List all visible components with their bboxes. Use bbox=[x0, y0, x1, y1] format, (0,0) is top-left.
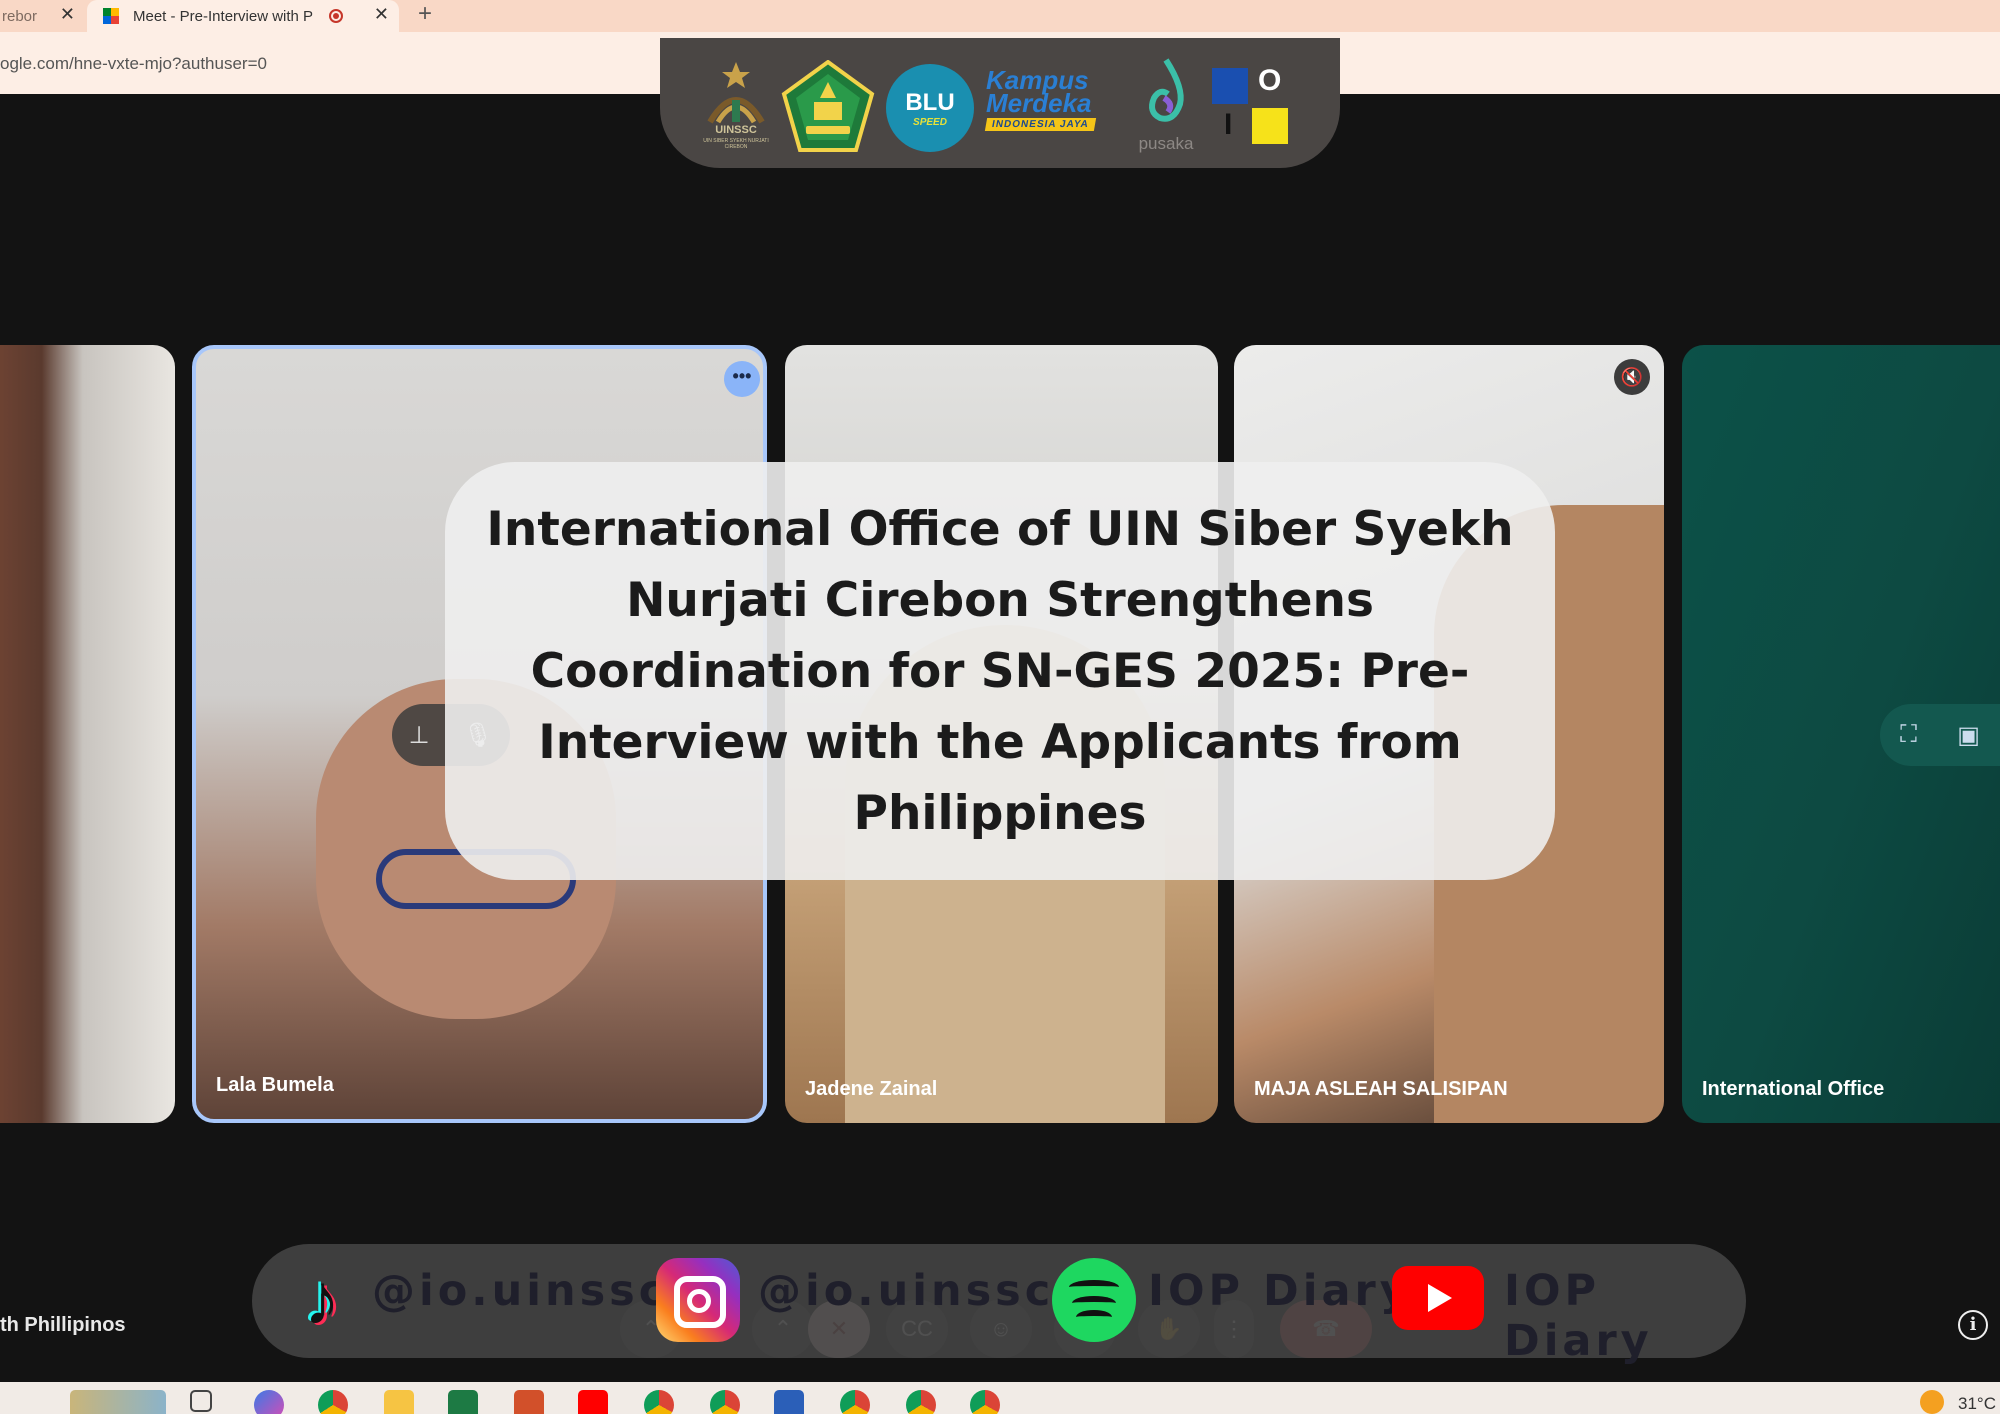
tiktok-icon: ♪ bbox=[304, 1260, 340, 1340]
tiktok-handle: @io.uinssc bbox=[372, 1266, 669, 1316]
participant-name: Lala Bumela bbox=[216, 1074, 334, 1096]
spotify-handle: IOP Diary bbox=[1148, 1266, 1412, 1316]
youtube-icon bbox=[1392, 1266, 1484, 1330]
meet-window: rebor ✕ Meet - Pre-Interview with P ✕ + … bbox=[0, 0, 2000, 1414]
frame-icon[interactable]: ⛶ bbox=[1900, 721, 1917, 749]
blu-sublabel: SPEED bbox=[913, 116, 947, 128]
instagram-handle: @io.uinssc bbox=[758, 1266, 1055, 1316]
tab-label: rebor bbox=[2, 7, 38, 25]
uinssc-logo: UINSSC UIN SIBER SYEKH NURJATI CIREBON bbox=[700, 58, 772, 150]
io-logo: O I bbox=[1212, 64, 1292, 148]
chrome-icon[interactable] bbox=[970, 1390, 1000, 1414]
spotify-icon bbox=[1052, 1258, 1136, 1342]
url-text[interactable]: ogle.com/hne-vxte-mjo?authuser=0 bbox=[0, 54, 267, 74]
close-tab-icon[interactable]: ✕ bbox=[60, 4, 75, 25]
blu-label: BLU bbox=[905, 88, 955, 116]
indonesia-jaya-label: INDONESIA JAYA bbox=[984, 118, 1096, 131]
widgets-icon[interactable] bbox=[70, 1390, 166, 1414]
participant-tile[interactable] bbox=[0, 345, 175, 1123]
title-overlay: International Office of UIN Siber Syekh … bbox=[445, 462, 1555, 880]
io-i-label: I bbox=[1224, 108, 1233, 141]
chrome-icon[interactable] bbox=[318, 1390, 348, 1414]
meeting-name: th Phillipinos bbox=[0, 1314, 126, 1336]
google-meet-icon bbox=[103, 8, 121, 24]
io-o-label: O bbox=[1258, 64, 1282, 97]
blu-logo: BLU SPEED bbox=[886, 64, 974, 152]
excel-icon[interactable] bbox=[448, 1390, 478, 1414]
uinssc-label: UINSSC bbox=[715, 124, 757, 136]
close-tab-icon[interactable]: ✕ bbox=[374, 4, 389, 25]
tile-hover-controls: ⛶ ▣ bbox=[1880, 704, 2000, 766]
tab-inactive[interactable]: rebor ✕ bbox=[0, 0, 85, 32]
muted-mic-icon: 🔇 bbox=[1614, 359, 1650, 395]
uinssc-sublabel: UIN SIBER SYEKH NURJATI CIREBON bbox=[703, 138, 769, 150]
copilot-icon[interactable] bbox=[254, 1390, 284, 1414]
headline: International Office of UIN Siber Syekh … bbox=[486, 501, 1514, 841]
kampus-merdeka-logo: Kampus Merdeka INDONESIA JAYA bbox=[984, 67, 1126, 148]
instagram-icon bbox=[656, 1258, 740, 1342]
logo-banner: UINSSC UIN SIBER SYEKH NURJATI CIREBON B… bbox=[660, 38, 1340, 168]
pusaka-label: pusaka bbox=[1138, 134, 1194, 153]
taskbar: 31°C bbox=[0, 1382, 2000, 1414]
file-explorer-icon[interactable] bbox=[384, 1390, 414, 1414]
add-to-screen-icon[interactable]: ▣ bbox=[1957, 721, 1980, 750]
new-tab-button[interactable]: + bbox=[418, 0, 432, 28]
social-media-bar: ♪ @io.uinssc @io.uinssc IOP Diary IOP Di… bbox=[252, 1244, 1746, 1366]
more-options-icon[interactable]: ••• bbox=[724, 361, 760, 397]
meeting-info-icon[interactable]: i bbox=[1958, 1310, 1988, 1340]
chrome-icon[interactable] bbox=[840, 1390, 870, 1414]
weather-temperature[interactable]: 31°C bbox=[1958, 1394, 1996, 1414]
youtube-app-icon[interactable] bbox=[578, 1390, 608, 1414]
participant-name: International Office bbox=[1702, 1078, 1885, 1100]
task-view-icon[interactable] bbox=[190, 1390, 212, 1412]
participant-name: MAJA ASLEAH SALISIPAN bbox=[1254, 1078, 1508, 1100]
youtube-handle: IOP Diary bbox=[1504, 1266, 1653, 1366]
weather-icon[interactable] bbox=[1920, 1390, 1944, 1414]
word-icon[interactable] bbox=[774, 1390, 804, 1414]
powerpoint-icon[interactable] bbox=[514, 1390, 544, 1414]
chrome-icon[interactable] bbox=[644, 1390, 674, 1414]
chrome-icon[interactable] bbox=[906, 1390, 936, 1414]
kemenag-logo bbox=[780, 59, 876, 154]
tab-label: Meet - Pre-Interview with P bbox=[133, 7, 314, 25]
tab-meet[interactable]: Meet - Pre-Interview with P ✕ bbox=[87, 0, 399, 32]
pusaka-logo: pusaka bbox=[1134, 58, 1198, 154]
chrome-icon[interactable] bbox=[710, 1390, 740, 1414]
merdeka-label: Merdeka bbox=[986, 88, 1092, 118]
tab-strip: rebor ✕ Meet - Pre-Interview with P ✕ + bbox=[0, 0, 2000, 32]
participant-name: Jadene Zainal bbox=[805, 1078, 938, 1100]
recording-icon bbox=[329, 9, 343, 23]
pin-icon[interactable]: ⊥ bbox=[409, 721, 430, 750]
